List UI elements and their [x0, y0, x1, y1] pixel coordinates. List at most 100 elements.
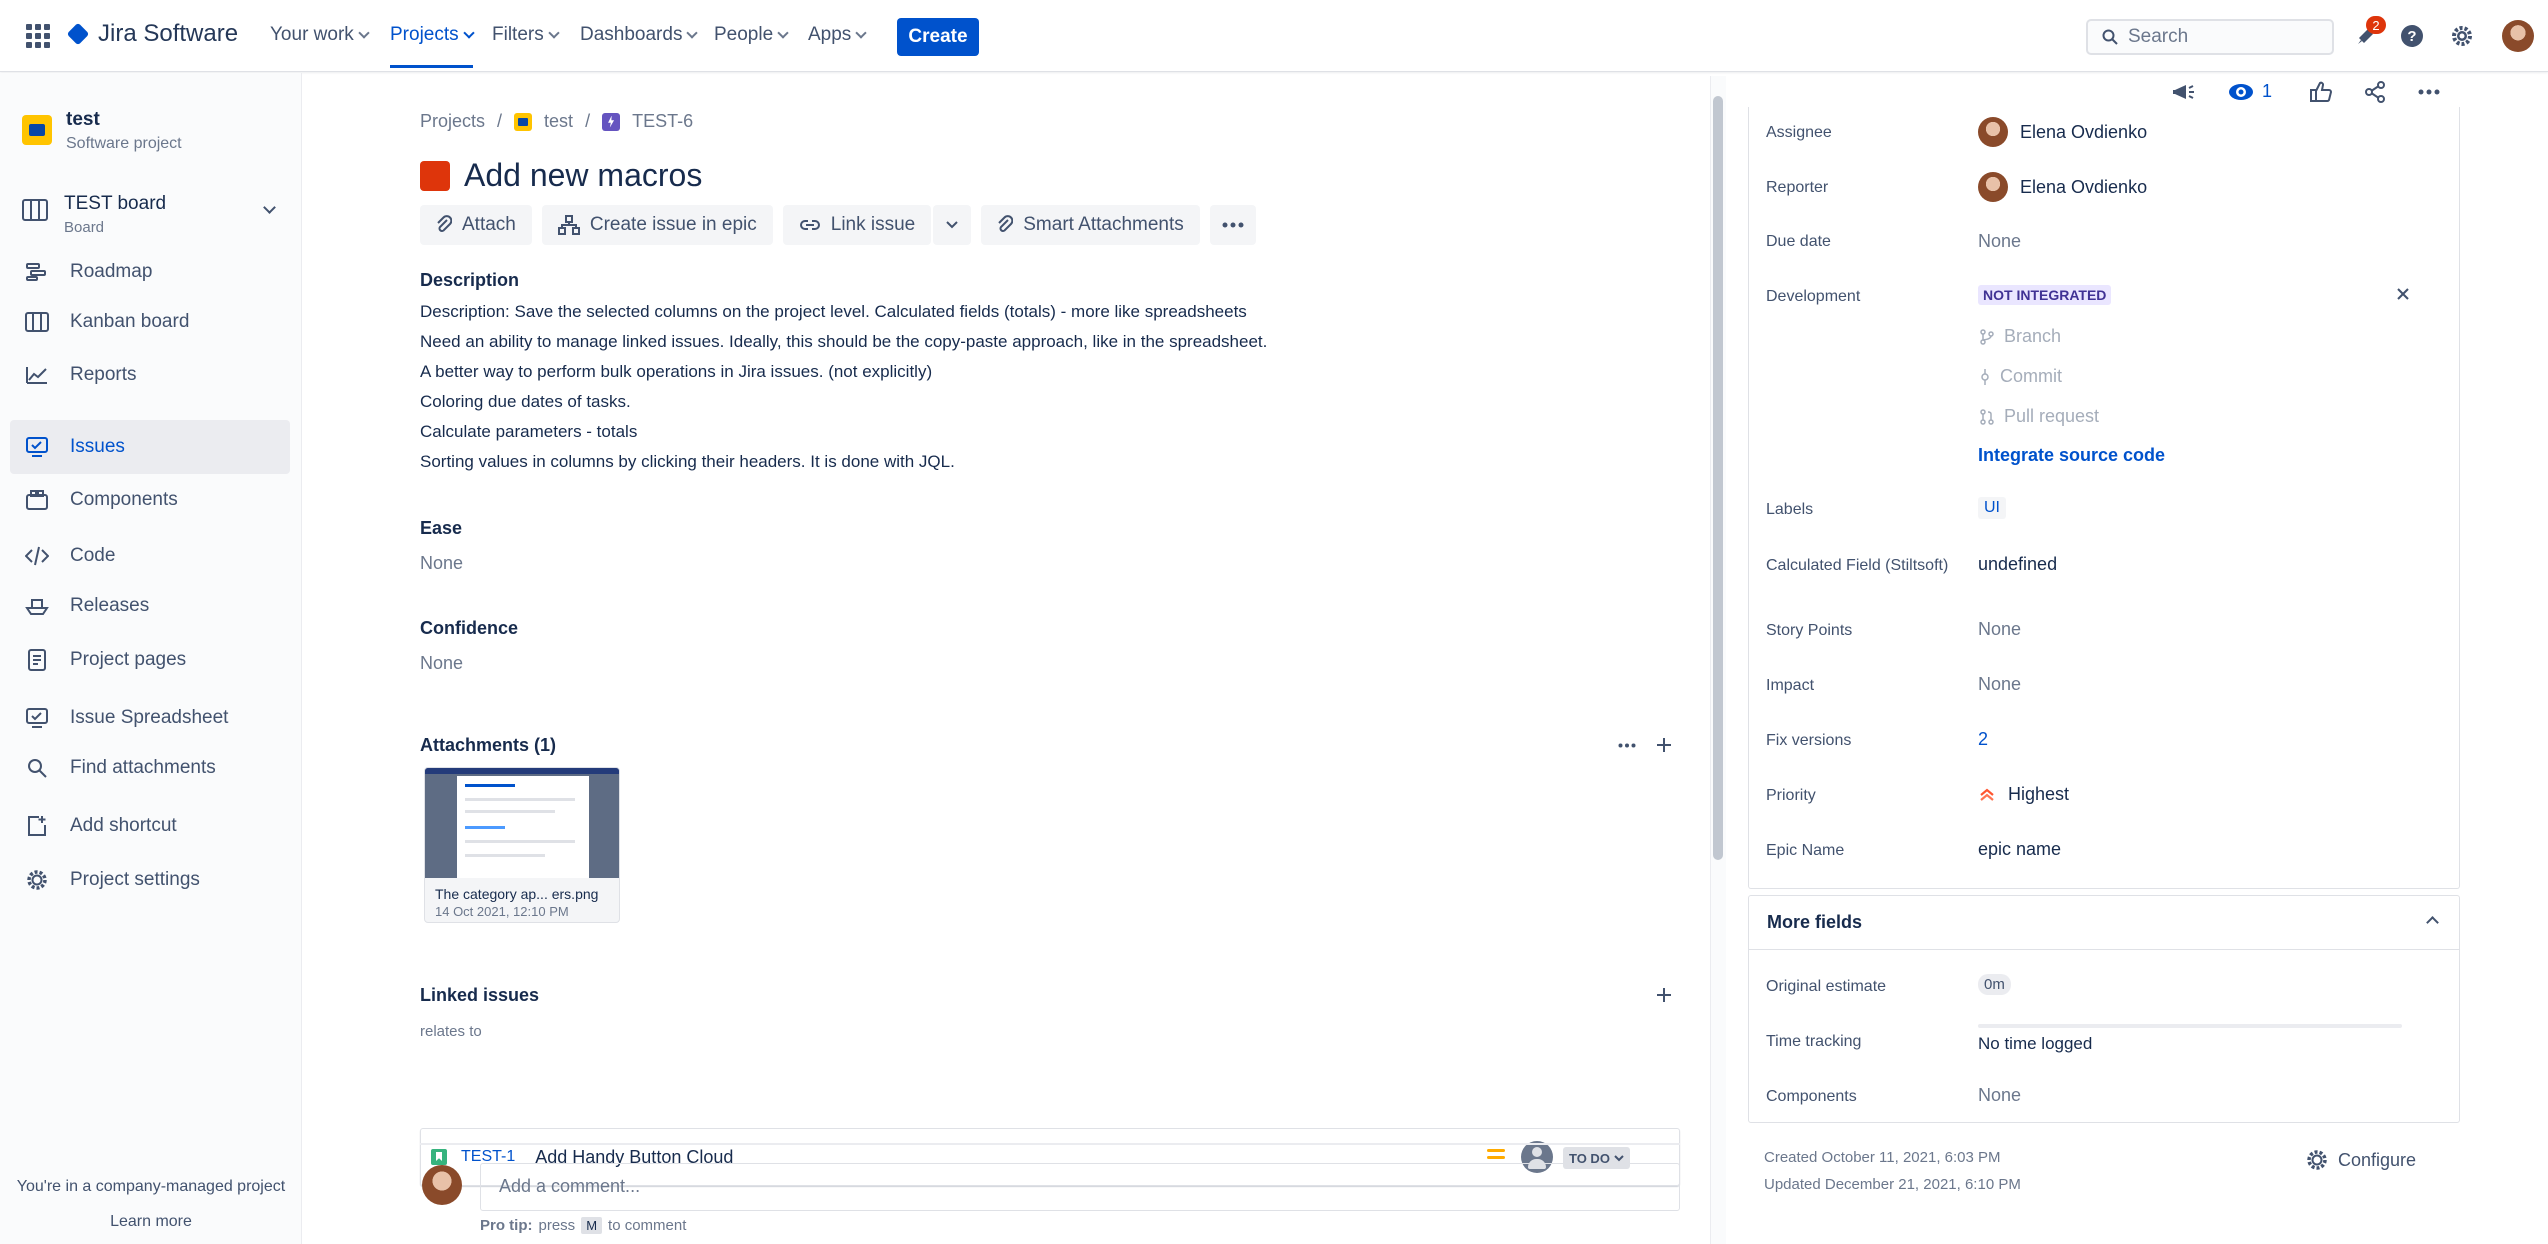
add-attachment-button[interactable] [1656, 737, 1672, 753]
paperclip-icon [437, 215, 452, 232]
app-switcher-icon[interactable] [26, 24, 50, 48]
configure-button[interactable]: Configure [2306, 1149, 2416, 1171]
priority-field[interactable]: Highest [1978, 784, 2069, 805]
description-line: A better way to perform bulk operations … [420, 362, 933, 381]
impact-field[interactable]: None [1978, 674, 2021, 695]
ease-value[interactable]: None [420, 553, 463, 574]
nav-dashboards[interactable]: Dashboards [580, 24, 699, 46]
board-name: TEST board [64, 193, 167, 214]
avatar [1978, 172, 2008, 202]
comment-input[interactable]: Add a comment... [480, 1163, 1680, 1211]
project-header[interactable]: test Software project [22, 109, 182, 153]
nav-people[interactable]: People [714, 24, 789, 46]
create-issue-in-epic-button[interactable]: Create issue in epic [541, 205, 773, 245]
description-line: Description: Save the selected columns o… [420, 302, 1247, 321]
fix-versions-field[interactable]: 2 [1978, 729, 1988, 750]
feedback-button[interactable] [2172, 81, 2196, 103]
issue-title: Add new macros [420, 157, 702, 194]
page-icon [24, 647, 50, 673]
components-field[interactable]: None [1978, 1085, 2021, 1106]
label-tag[interactable]: UI [1978, 497, 2006, 519]
learn-more-link[interactable]: Learn more [0, 1213, 302, 1231]
notifications-button[interactable]: 2 [2350, 16, 2386, 52]
nav-apps[interactable]: Apps [808, 24, 867, 46]
reporter-label: Reporter [1766, 179, 1829, 196]
sidebar-item-find-attachments[interactable]: Find attachments [10, 741, 290, 795]
reporter-field[interactable]: Elena Ovdienko [1978, 172, 2147, 202]
close-development-button[interactable] [2396, 287, 2410, 301]
attachment-thumbnail [425, 768, 619, 878]
story-icon [431, 1149, 447, 1165]
confidence-heading: Confidence [420, 618, 519, 638]
more-options-button[interactable] [1209, 205, 1256, 245]
story-points-field[interactable]: None [1978, 619, 2021, 640]
sidebar-item-issue-spreadsheet[interactable]: Issue Spreadsheet [10, 691, 290, 745]
help-button[interactable]: ? [2396, 20, 2428, 52]
main-scrollbar-thumb[interactable] [1713, 96, 1723, 860]
nav-your-work[interactable]: Your work [270, 24, 370, 46]
more-fields-header[interactable]: More fields [1749, 896, 2459, 950]
project-avatar-icon [22, 115, 52, 145]
calculated-field-value[interactable]: undefined [1978, 554, 2057, 575]
issue-type-icon[interactable] [420, 160, 450, 191]
original-estimate-label: Original estimate [1766, 978, 1887, 995]
issue-details-panel: 1 Assignee Elena Ovdienko Reporter Elena… [1726, 73, 2548, 1244]
attach-button[interactable]: Attach [420, 205, 532, 245]
create-button[interactable]: Create [897, 18, 979, 56]
labels-field[interactable]: UI [1978, 497, 2006, 519]
sidebar-item-releases[interactable]: Releases [10, 579, 290, 633]
attachments-more-button[interactable] [1618, 743, 1636, 748]
paperclip-icon [998, 215, 1014, 232]
more-actions-button[interactable] [2418, 89, 2440, 95]
nav-projects[interactable]: Projects [390, 24, 475, 68]
jira-logo[interactable]: Jira Software [66, 20, 238, 48]
issue-main-panel: Projects / test / TEST-6 Add new macros … [302, 73, 1710, 1244]
sidebar-item-add-shortcut[interactable]: Add shortcut [10, 799, 290, 853]
attachment-card[interactable]: The category ap... ers.png 14 Oct 2021, … [424, 767, 620, 923]
attachment-name: The category ap... ers.png [435, 886, 599, 902]
confidence-value[interactable]: None [420, 653, 463, 674]
integrate-source-code-link[interactable]: Integrate source code [1978, 445, 2165, 466]
watch-button[interactable]: 1 [2228, 81, 2272, 102]
sidebar-item-reports[interactable]: Reports [10, 348, 290, 402]
nav-filters[interactable]: Filters [492, 24, 560, 46]
sidebar-item-roadmap[interactable]: Roadmap [10, 245, 290, 299]
spreadsheet-icon [24, 705, 50, 731]
sidebar-item-project-settings[interactable]: Project settings [10, 853, 290, 907]
epic-name-field[interactable]: epic name [1978, 839, 2061, 860]
linked-issues-heading: Linked issues [420, 985, 540, 1005]
details-box [1748, 107, 2460, 889]
close-icon [2397, 288, 2409, 300]
smart-attachments-button[interactable]: Smart Attachments [981, 205, 1200, 245]
chevron-down-icon [548, 27, 560, 39]
user-avatar[interactable] [2502, 20, 2534, 52]
epic-icon [602, 112, 621, 131]
sidebar-item-components[interactable]: Components [10, 473, 290, 527]
breadcrumb-project[interactable]: test [544, 111, 573, 132]
sidebar-item-issues[interactable]: Issues [10, 420, 290, 474]
plus-icon [1657, 988, 1671, 1002]
board-selector[interactable]: TEST board Board [22, 193, 284, 236]
sidebar-item-project-pages[interactable]: Project pages [10, 633, 290, 687]
breadcrumb-projects[interactable]: Projects [420, 111, 485, 132]
more-actions-dropdown[interactable] [933, 205, 972, 245]
add-linked-issue-button[interactable] [1656, 987, 1672, 1003]
vote-button[interactable] [2310, 81, 2332, 103]
issue-summary[interactable]: Add new macros [464, 157, 702, 194]
time-tracking-field[interactable]: No time logged [1978, 1034, 2092, 1054]
original-estimate-field[interactable]: 0m [1978, 974, 2011, 995]
breadcrumb-issue-key[interactable]: TEST-6 [632, 111, 693, 132]
labels-label: Labels [1766, 501, 1814, 518]
commit-icon [1981, 368, 1989, 385]
issues-icon [24, 434, 50, 460]
ease-heading: Ease [420, 518, 463, 538]
link-issue-button[interactable]: Link issue [782, 205, 932, 245]
share-button[interactable] [2364, 81, 2386, 103]
sidebar-item-kanban-board[interactable]: Kanban board [10, 295, 290, 349]
assignee-field[interactable]: Elena Ovdienko [1978, 117, 2147, 147]
time-tracking-bar [1978, 1024, 2402, 1028]
settings-button[interactable] [2446, 20, 2478, 52]
sidebar-item-code[interactable]: Code [10, 529, 290, 583]
search-input[interactable]: Search [2086, 19, 2334, 55]
due-date-field[interactable]: None [1978, 231, 2021, 252]
